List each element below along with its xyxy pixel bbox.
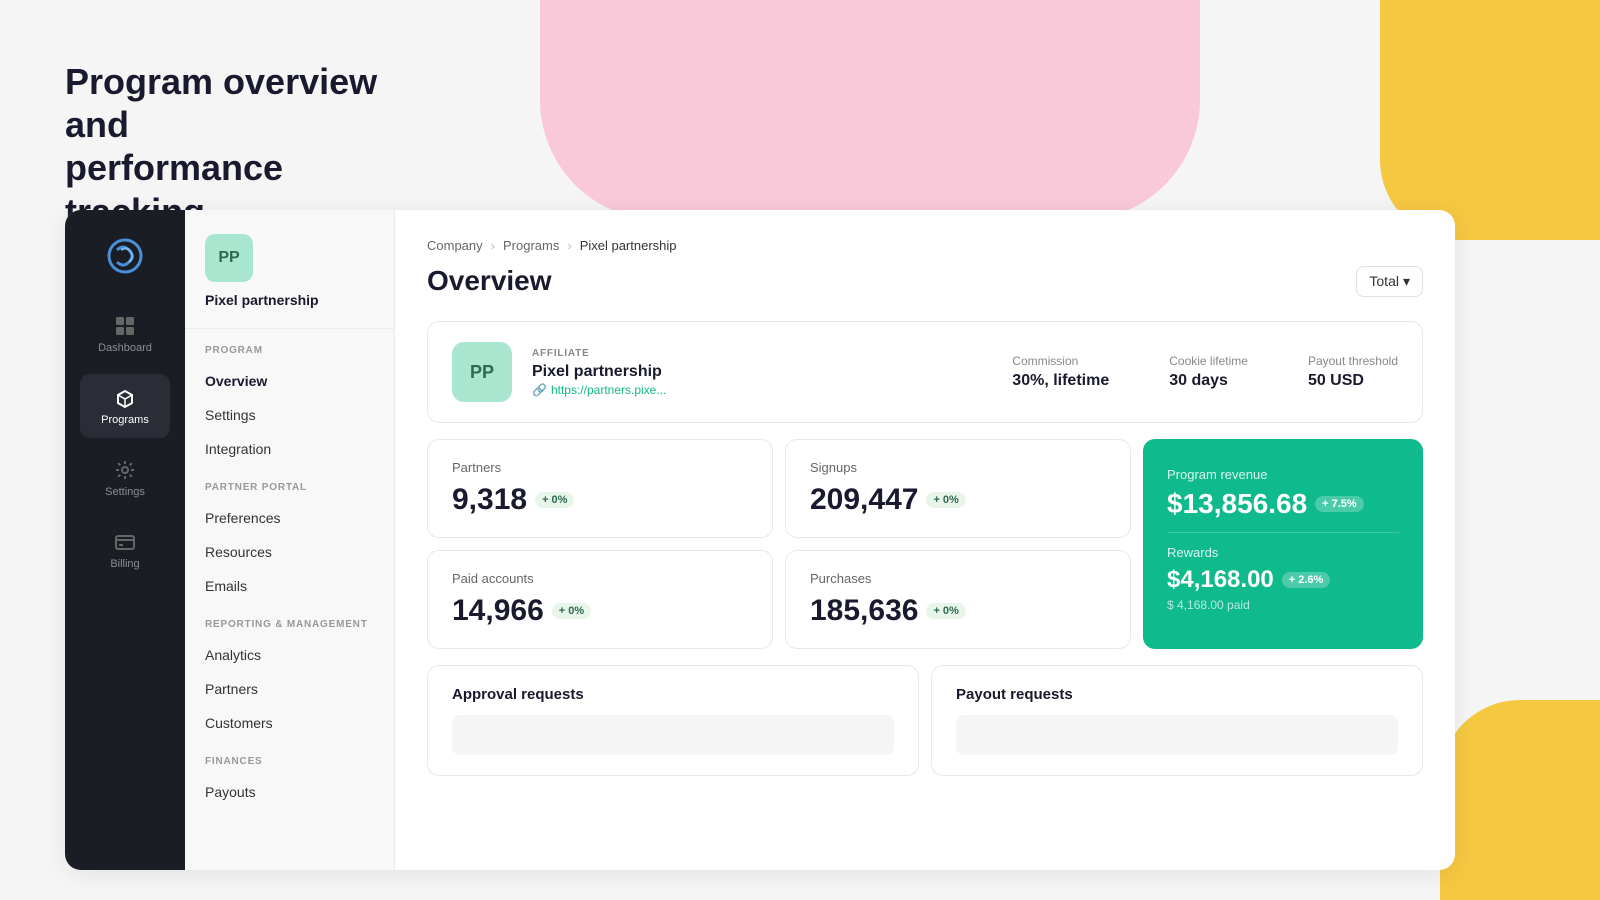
nav-customers[interactable]: Customers xyxy=(185,706,394,740)
rewards-value-row: $4,168.00 + 2.6% xyxy=(1167,566,1399,594)
rewards-section: Rewards $4,168.00 + 2.6% $ 4,168.00 paid xyxy=(1167,537,1399,620)
secondary-sidebar: PP Pixel partnership PROGRAM Overview Se… xyxy=(185,210,395,870)
affiliate-card: PP AFFILIATE Pixel partnership 🔗 https:/… xyxy=(427,321,1423,423)
stats-col-1: Partners 9,318 + 0% Paid accounts 14,966… xyxy=(427,439,773,649)
paid-accounts-badge: + 0% xyxy=(552,603,591,619)
settings-label: Settings xyxy=(105,486,145,498)
paid-accounts-card: Paid accounts 14,966 + 0% xyxy=(427,550,773,649)
program-name: Pixel partnership xyxy=(205,292,374,308)
stats-col-2: Signups 209,447 + 0% Purchases 185,636 +… xyxy=(785,439,1131,649)
section-label-reporting: REPORTING & MANAGEMENT xyxy=(185,603,394,638)
programs-icon xyxy=(113,386,137,410)
program-header: PP Pixel partnership xyxy=(185,234,394,329)
nav-payouts[interactable]: Payouts xyxy=(185,775,394,809)
section-label-program: PROGRAM xyxy=(185,329,394,364)
bg-yellow-shape xyxy=(1380,0,1600,240)
programs-label: Programs xyxy=(101,414,149,426)
partners-badge: + 0% xyxy=(535,492,574,508)
nav-emails[interactable]: Emails xyxy=(185,569,394,603)
nav-overview[interactable]: Overview xyxy=(185,364,394,398)
overview-title: Overview xyxy=(427,265,552,297)
cookie-stat: Cookie lifetime 30 days xyxy=(1169,354,1248,390)
signups-badge: + 0% xyxy=(926,492,965,508)
sidebar-item-dashboard[interactable]: Dashboard xyxy=(80,302,170,366)
signups-value-row: 209,447 + 0% xyxy=(810,483,1106,517)
revenue-card: Program revenue $13,856.68 + 7.5% Reward… xyxy=(1143,439,1423,649)
page-header: Program overview and performance trackin… xyxy=(65,60,425,233)
breadcrumb-current: Pixel partnership xyxy=(580,238,677,253)
link-icon: 🔗 xyxy=(532,383,547,397)
revenue-badge: + 7.5% xyxy=(1315,496,1364,512)
stats-grid: Partners 9,318 + 0% Paid accounts 14,966… xyxy=(427,439,1423,649)
billing-icon xyxy=(113,530,137,554)
revenue-value-row: $13,856.68 + 7.5% xyxy=(1167,488,1399,520)
billing-label: Billing xyxy=(110,558,139,570)
signups-card: Signups 209,447 + 0% xyxy=(785,439,1131,538)
breadcrumb-programs[interactable]: Programs xyxy=(503,238,559,253)
nav-preferences[interactable]: Preferences xyxy=(185,501,394,535)
affiliate-stats: Commission 30%, lifetime Cookie lifetime… xyxy=(1012,354,1398,390)
affiliate-name: Pixel partnership xyxy=(532,363,992,381)
purchases-value-row: 185,636 + 0% xyxy=(810,594,1106,628)
nav-partners[interactable]: Partners xyxy=(185,672,394,706)
partners-card: Partners 9,318 + 0% xyxy=(427,439,773,538)
sidebar-item-billing[interactable]: Billing xyxy=(80,518,170,582)
dashboard-icon xyxy=(113,314,137,338)
payout-title: Payout requests xyxy=(956,686,1398,703)
revenue-top: Program revenue $13,856.68 + 7.5% xyxy=(1167,459,1399,528)
breadcrumb-company[interactable]: Company xyxy=(427,238,483,253)
payout-card: Payout requests xyxy=(931,665,1423,776)
affiliate-info: AFFILIATE Pixel partnership 🔗 https://pa… xyxy=(532,348,992,397)
rewards-badge: + 2.6% xyxy=(1282,572,1331,588)
total-dropdown[interactable]: Total ▾ xyxy=(1356,266,1423,297)
commission-stat: Commission 30%, lifetime xyxy=(1012,354,1109,390)
breadcrumb-sep-1: › xyxy=(491,238,495,253)
revenue-divider xyxy=(1167,532,1399,533)
nav-settings[interactable]: Settings xyxy=(185,398,394,432)
nav-analytics[interactable]: Analytics xyxy=(185,638,394,672)
main-content: Company › Programs › Pixel partnership O… xyxy=(395,210,1455,870)
purchases-badge: + 0% xyxy=(926,603,965,619)
section-label-partner-portal: PARTNER PORTAL xyxy=(185,466,394,501)
dashboard-label: Dashboard xyxy=(98,342,152,354)
nav-integration[interactable]: Integration xyxy=(185,432,394,466)
sidebar-item-settings[interactable]: Settings xyxy=(80,446,170,510)
app-container: Dashboard Programs Settings xyxy=(65,210,1455,870)
rewards-sub: $ 4,168.00 paid xyxy=(1167,598,1399,612)
approval-title: Approval requests xyxy=(452,686,894,703)
section-label-finances: FINANCES xyxy=(185,740,394,775)
affiliate-tag: AFFILIATE xyxy=(532,348,992,359)
paid-accounts-value-row: 14,966 + 0% xyxy=(452,594,748,628)
chevron-down-icon: ▾ xyxy=(1403,273,1410,290)
affiliate-logo: PP xyxy=(452,342,512,402)
bottom-grid: Approval requests Payout requests xyxy=(427,665,1423,776)
content-header: Overview Total ▾ xyxy=(427,265,1423,297)
page-title: Program overview and performance trackin… xyxy=(65,60,425,233)
breadcrumb: Company › Programs › Pixel partnership xyxy=(427,238,1423,253)
breadcrumb-sep-2: › xyxy=(567,238,571,253)
approval-card: Approval requests xyxy=(427,665,919,776)
payout-stat: Payout threshold 50 USD xyxy=(1308,354,1398,390)
partners-value-row: 9,318 + 0% xyxy=(452,483,748,517)
payout-placeholder xyxy=(956,715,1398,755)
approval-placeholder xyxy=(452,715,894,755)
nav-resources[interactable]: Resources xyxy=(185,535,394,569)
affiliate-link[interactable]: 🔗 https://partners.pixe... xyxy=(532,383,992,397)
program-avatar: PP xyxy=(205,234,253,282)
bg-pink-shape xyxy=(540,0,1200,220)
purchases-card: Purchases 185,636 + 0% xyxy=(785,550,1131,649)
bg-yellow-bottom-shape xyxy=(1440,700,1600,900)
app-logo xyxy=(103,234,147,278)
sidebar-item-programs[interactable]: Programs xyxy=(80,374,170,438)
settings-icon xyxy=(113,458,137,482)
sidebar-nav: Dashboard Programs Settings xyxy=(65,210,185,870)
